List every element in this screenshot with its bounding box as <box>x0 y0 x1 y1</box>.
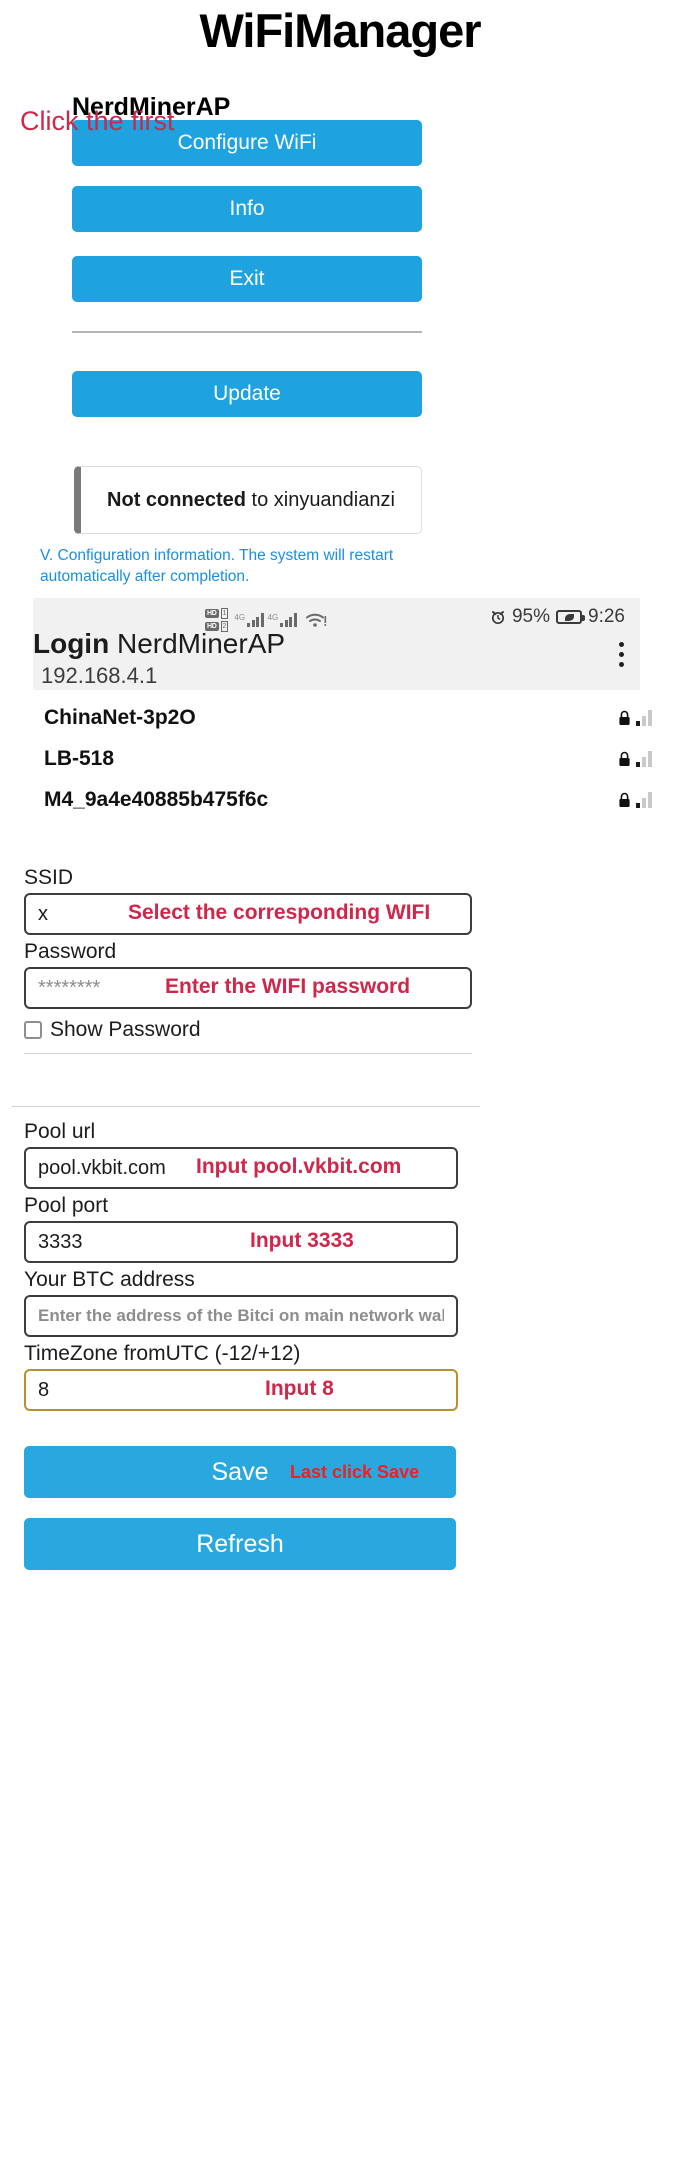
pool-port-input[interactable] <box>24 1221 458 1263</box>
wifi-row-icons <box>618 792 652 808</box>
btc-address-label: Your BTC address <box>24 1268 195 1291</box>
btc-address-input[interactable] <box>24 1295 458 1337</box>
page-title: NerdMinerAP <box>116 628 286 659</box>
save-button[interactable]: Save <box>24 1446 456 1498</box>
ssid-label: SSID <box>24 866 74 889</box>
list-item[interactable]: LB-518 <box>0 739 680 779</box>
refresh-button[interactable]: Refresh <box>24 1518 456 1570</box>
signal-bars-1 <box>247 613 264 627</box>
checkbox-icon[interactable] <box>24 1021 42 1039</box>
password-input[interactable] <box>24 967 472 1009</box>
hd-badge-icon-1: HD <box>205 609 219 618</box>
wifi-icon <box>305 613 327 627</box>
show-password-toggle[interactable]: Show Password <box>24 1018 201 1042</box>
battery-percent-label: 95% <box>511 606 551 627</box>
list-item[interactable]: M4_9a4e40885b475f6c <box>0 780 680 820</box>
wifi-signal-icon <box>636 792 652 808</box>
divider-top <box>72 331 422 333</box>
address-bar-url[interactable]: 192.168.4.1 <box>41 663 157 689</box>
pool-url-label: Pool url <box>24 1120 96 1143</box>
connection-status-text: Not connected to xinyuandianzi <box>107 489 395 512</box>
wifi-ssid-label: M4_9a4e40885b475f6c <box>44 788 269 811</box>
configuration-note: V. Configuration information. The system… <box>40 547 394 585</box>
show-password-label: Show Password <box>50 1018 201 1041</box>
password-label: Password <box>24 940 117 963</box>
connection-status-rest: to xinyuandianzi <box>245 488 395 511</box>
browser-header: Login NerdMinerAP 192.168.4.1 <box>33 628 640 690</box>
wifi-signal-icon <box>636 751 652 767</box>
wifi-network-list: ChinaNet-3p2O LB-518 M4_9a4e40885b475f6c <box>0 698 680 821</box>
wifi-ssid-label: LB-518 <box>44 747 115 770</box>
annotation-click-first: Click the first <box>20 106 175 136</box>
wifimanager-title: WiFiManager <box>199 4 481 57</box>
alarm-icon <box>491 611 505 625</box>
list-item[interactable]: ChinaNet-3p2O <box>0 698 680 738</box>
lock-icon <box>619 751 630 766</box>
connection-status-box: Not connected to xinyuandianzi <box>74 466 422 534</box>
lock-icon <box>619 792 630 807</box>
signal-bars-2 <box>280 613 297 627</box>
signal-strength-icon-2: 4G <box>268 613 297 627</box>
login-label: Login <box>33 628 110 659</box>
timezone-input[interactable] <box>24 1369 458 1411</box>
network-type-label-1: 4G <box>234 613 246 622</box>
status-bar-right-icons: 95% 9:26 <box>490 606 625 628</box>
info-button[interactable]: Info <box>72 186 422 232</box>
sim-1-icon: 1 <box>220 608 229 619</box>
pool-url-input[interactable] <box>24 1147 458 1189</box>
battery-icon <box>556 610 586 624</box>
phone-screenshot: HD 1 HD 2 4G 4G 95% 9:26 Login NerdMiner… <box>0 598 680 2179</box>
divider-after-password <box>24 1053 472 1054</box>
kebab-menu-icon[interactable] <box>619 642 624 667</box>
divider-before-pool <box>12 1106 480 1107</box>
exit-button[interactable]: Exit <box>72 256 422 302</box>
timezone-label: TimeZone fromUTC (-12/+12) <box>24 1342 301 1365</box>
pool-port-label: Pool port <box>24 1194 109 1217</box>
ssid-input[interactable] <box>24 893 472 935</box>
update-button[interactable]: Update <box>72 371 422 417</box>
network-type-label-2: 4G <box>267 613 279 622</box>
wifi-row-icons <box>618 710 652 726</box>
wifi-signal-icon <box>636 710 652 726</box>
connection-status-bold: Not connected <box>107 488 246 511</box>
wifi-row-icons <box>618 751 652 767</box>
clock-label: 9:26 <box>588 606 625 627</box>
signal-strength-icon-1: 4G <box>234 613 264 627</box>
lock-icon <box>619 710 630 725</box>
wifi-ssid-label: ChinaNet-3p2O <box>44 706 196 729</box>
page-title-row: Login NerdMinerAP <box>33 628 285 660</box>
